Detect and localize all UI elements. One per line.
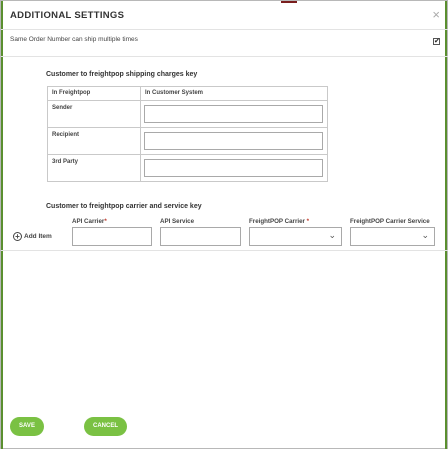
table-row: Recipient — [47, 127, 328, 155]
api-carrier-label: API Carrier* — [72, 218, 107, 225]
row-label-third-party: 3rd Party — [47, 154, 141, 182]
same-order-checkbox[interactable]: ✔ — [433, 38, 440, 45]
carrier-service-title: Customer to freightpop carrier and servi… — [46, 203, 202, 210]
cancel-button[interactable]: CANCEL — [84, 417, 127, 436]
same-order-label: Same Order Number can ship multiple time… — [10, 36, 138, 43]
dialog-title: ADDITIONAL SETTINGS — [10, 10, 125, 21]
freightpop-carrier-service-select[interactable]: ⌄ — [350, 227, 435, 246]
dialog-header: ADDITIONAL SETTINGS × — [1, 1, 448, 30]
api-service-label: API Service — [160, 218, 195, 225]
option-row: Same Order Number can ship multiple time… — [1, 30, 448, 57]
add-item-button[interactable]: + Add Item — [13, 232, 52, 241]
freightpop-carrier-service-label: FreightPOP Carrier Service — [350, 218, 430, 225]
third-party-input[interactable] — [144, 159, 323, 177]
recipient-input[interactable] — [144, 132, 323, 150]
chevron-down-icon: ⌄ — [328, 230, 336, 240]
api-carrier-input[interactable] — [72, 227, 152, 246]
shipping-charges-title: Customer to freightpop shipping charges … — [46, 71, 198, 78]
row-label-recipient: Recipient — [47, 127, 141, 155]
right-edge-accent — [445, 1, 447, 449]
freightpop-carrier-label: FreightPOP Carrier * — [249, 218, 310, 225]
col-header-freightpop: In Freightpop — [47, 86, 141, 101]
col-header-customer-system: In Customer System — [140, 86, 328, 101]
sender-input[interactable] — [144, 105, 323, 123]
plus-circle-icon: + — [13, 232, 22, 241]
api-service-input[interactable] — [160, 227, 241, 246]
section-divider — [1, 250, 448, 251]
freightpop-carrier-select[interactable]: ⌄ — [249, 227, 342, 246]
left-edge-accent — [1, 1, 3, 449]
save-button[interactable]: SAVE — [10, 417, 44, 436]
shipping-charges-table: In Freightpop In Customer System Sender … — [47, 86, 328, 182]
close-icon[interactable]: × — [432, 7, 440, 22]
row-label-sender: Sender — [47, 100, 141, 128]
chevron-down-icon: ⌄ — [421, 230, 429, 240]
add-item-label: Add Item — [24, 233, 52, 241]
table-row: Sender — [47, 100, 328, 128]
table-header-row: In Freightpop In Customer System — [47, 86, 328, 101]
table-row: 3rd Party — [47, 154, 328, 182]
settings-dialog: ADDITIONAL SETTINGS × Same Order Number … — [0, 0, 448, 449]
